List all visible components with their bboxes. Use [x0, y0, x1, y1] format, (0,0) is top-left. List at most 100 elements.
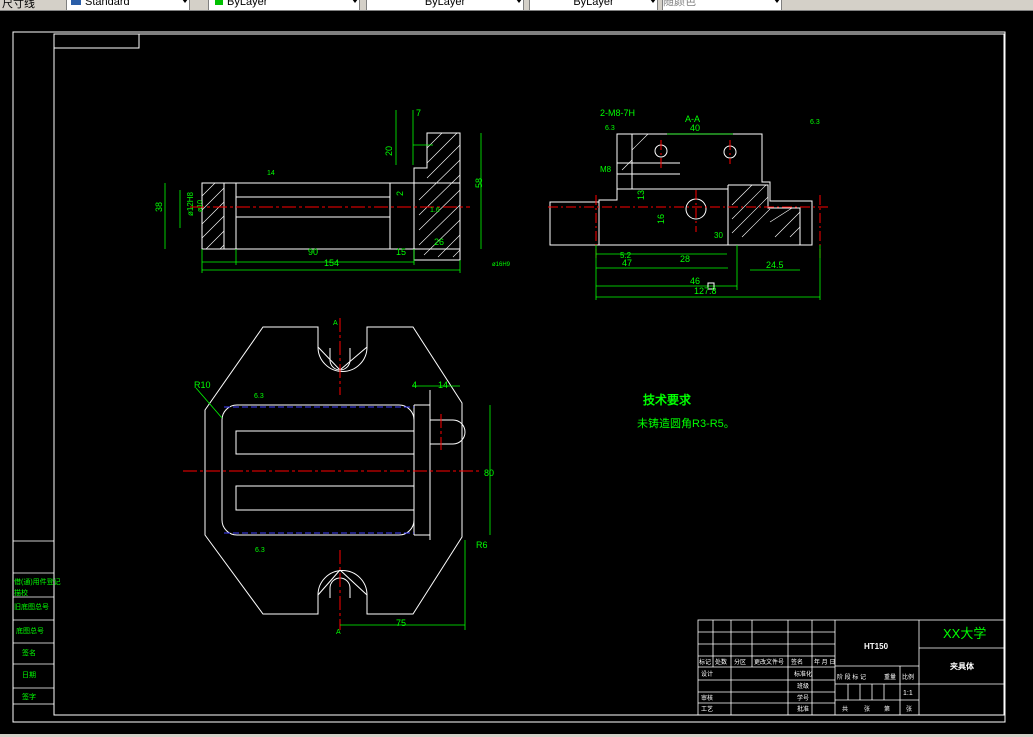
section-view-hatch	[621, 133, 801, 238]
chevron-down-icon	[352, 0, 358, 3]
section-view	[549, 133, 813, 246]
color-swatch-icon	[215, 0, 223, 5]
dim-top-10: 14	[267, 170, 275, 177]
tech-requirements: 技术要求 未铸造圆角R3-R5。	[637, 392, 735, 430]
dim-sec-0: 2-M8-7H	[600, 108, 635, 118]
section-centerlines	[548, 140, 830, 258]
text-style-value: Standard	[85, 0, 130, 8]
side-label-6: 签字	[22, 692, 36, 701]
part-name: 夹具体	[950, 661, 975, 671]
material: HT150	[864, 642, 889, 651]
tb-row-2: 分区	[734, 658, 746, 666]
tb-sheet-3: 张	[906, 705, 912, 713]
plotstyle-select[interactable]: 随颜色	[662, 0, 782, 10]
side-label-1: 描校	[14, 588, 28, 597]
chevron-down-icon	[774, 0, 780, 3]
dim-top-3: 38	[154, 202, 164, 212]
dimension-labels: 7 20 58 38 ø12H8 ø10 90 154 15 26 14 1.6…	[154, 108, 820, 636]
dim-top-8: 15	[396, 247, 406, 257]
lineweight-value: ByLayer	[573, 0, 614, 8]
dim-top-13: ø16H9	[492, 262, 511, 268]
color-value: ByLayer	[227, 0, 268, 8]
dim-sec-1: 6.3	[605, 125, 615, 132]
tb-left-1: 审核	[701, 694, 713, 702]
properties-toolbar: 尺寸线 Standard ByLayer ByLayer ByLayer 随颜色	[0, 0, 1033, 11]
dim-top-7: 154	[324, 258, 339, 268]
side-label-0: 借(通)用件登记	[14, 577, 61, 586]
linetype-value: ByLayer	[424, 0, 466, 8]
tb-left-0: 设计	[701, 670, 713, 678]
text-style-select[interactable]: Standard	[66, 0, 190, 10]
dim-top-5: ø10	[197, 200, 204, 212]
side-label-5: 日期	[22, 671, 36, 679]
side-label-4: 签名	[22, 648, 36, 657]
drawing-frame	[12, 31, 1006, 723]
tb-left-2: 工艺	[701, 705, 713, 713]
tb-sheet-2: 第	[884, 705, 890, 713]
tb-mid-0: 标准化	[794, 670, 812, 678]
side-table	[12, 540, 55, 705]
tb-sheet-1: 张	[864, 705, 870, 713]
top-view-dimensions	[195, 385, 491, 630]
dim-bot-6: 75	[396, 618, 406, 628]
tb-row-3: 更改文件号	[754, 658, 784, 666]
dim-sec-3: M8	[600, 165, 612, 174]
dim-top-9: 26	[434, 237, 444, 247]
dim-sec-2: 40	[690, 123, 700, 133]
section-dimensions	[595, 133, 821, 300]
dim-sec-10: 127.8	[694, 286, 717, 296]
tb-stage-2: 比例	[902, 673, 914, 681]
dim-bot-5: R6	[476, 540, 488, 550]
side-label-2: 旧底图总号	[14, 602, 49, 611]
tb-row-5: 年 月 日	[814, 658, 835, 666]
dim-top-2: 58	[474, 178, 484, 188]
tb-mid-3: 批准	[797, 705, 809, 713]
dim-sec-9: 46	[690, 276, 700, 286]
drawing-canvas[interactable]: 7 20 58 38 ø12H8 ø10 90 154 15 26 14 1.6…	[0, 11, 1033, 734]
dim-sec-7: 47	[622, 258, 632, 268]
tb-mid-1: 班级	[797, 682, 809, 690]
school-name: XX大学	[943, 626, 986, 641]
dim-sec-12: 30	[714, 231, 723, 240]
dim-sec-8: 28	[680, 254, 690, 264]
dim-top-0: 7	[416, 108, 421, 118]
dim-top-6: 90	[308, 247, 318, 257]
linetype-select[interactable]: ByLayer	[366, 0, 524, 10]
tb-row-1: 处数	[715, 658, 727, 666]
dim-bot-2: 14	[438, 380, 448, 390]
color-select[interactable]: ByLayer	[208, 0, 360, 10]
dim-bot-7: 6.3	[255, 547, 265, 554]
dim-top-4: ø12H8	[186, 191, 195, 216]
side-label-3: 底图总号	[16, 626, 44, 635]
dim-top-11: 1.6	[430, 207, 440, 214]
tb-sheet-0: 共	[842, 705, 848, 713]
dim-sec-5: 16	[656, 214, 666, 224]
tb-row-0: 标记	[699, 658, 711, 666]
top-view-hidden-lines	[224, 406, 414, 534]
linetype-label: 尺寸线	[2, 0, 35, 10]
front-view-hatch	[201, 132, 461, 258]
tech-req-text: 未铸造圆角R3-R5。	[637, 416, 735, 430]
dim-sec-13: 6.3	[810, 119, 820, 126]
front-view	[201, 132, 461, 261]
dim-sec-11: 24.5	[766, 260, 784, 270]
dim-bot-1: 4	[412, 380, 417, 390]
tb-mid-2: 学号	[797, 694, 809, 702]
tb-stage-1: 重量	[884, 673, 896, 681]
dim-bot-0: R10	[194, 380, 211, 390]
cut-label-top: A	[333, 320, 338, 327]
lineweight-select[interactable]: ByLayer	[529, 0, 658, 10]
cut-label-bottom: A	[336, 629, 341, 636]
scale: 1:1	[903, 690, 913, 697]
dim-sec-4: 13	[636, 190, 646, 200]
tech-req-title: 技术要求	[643, 392, 692, 407]
chevron-down-icon	[516, 0, 522, 3]
style-icon	[71, 0, 81, 5]
chevron-down-icon	[182, 0, 188, 3]
section-label: A-A	[685, 114, 700, 124]
dim-top-1: 20	[384, 146, 394, 156]
dim-bot-3: 6.3	[254, 393, 264, 400]
tb-stage-0: 阶 段 标 记	[837, 673, 866, 681]
dim-top-12: 2	[395, 191, 405, 196]
plotstyle-value: 随颜色	[663, 0, 696, 8]
